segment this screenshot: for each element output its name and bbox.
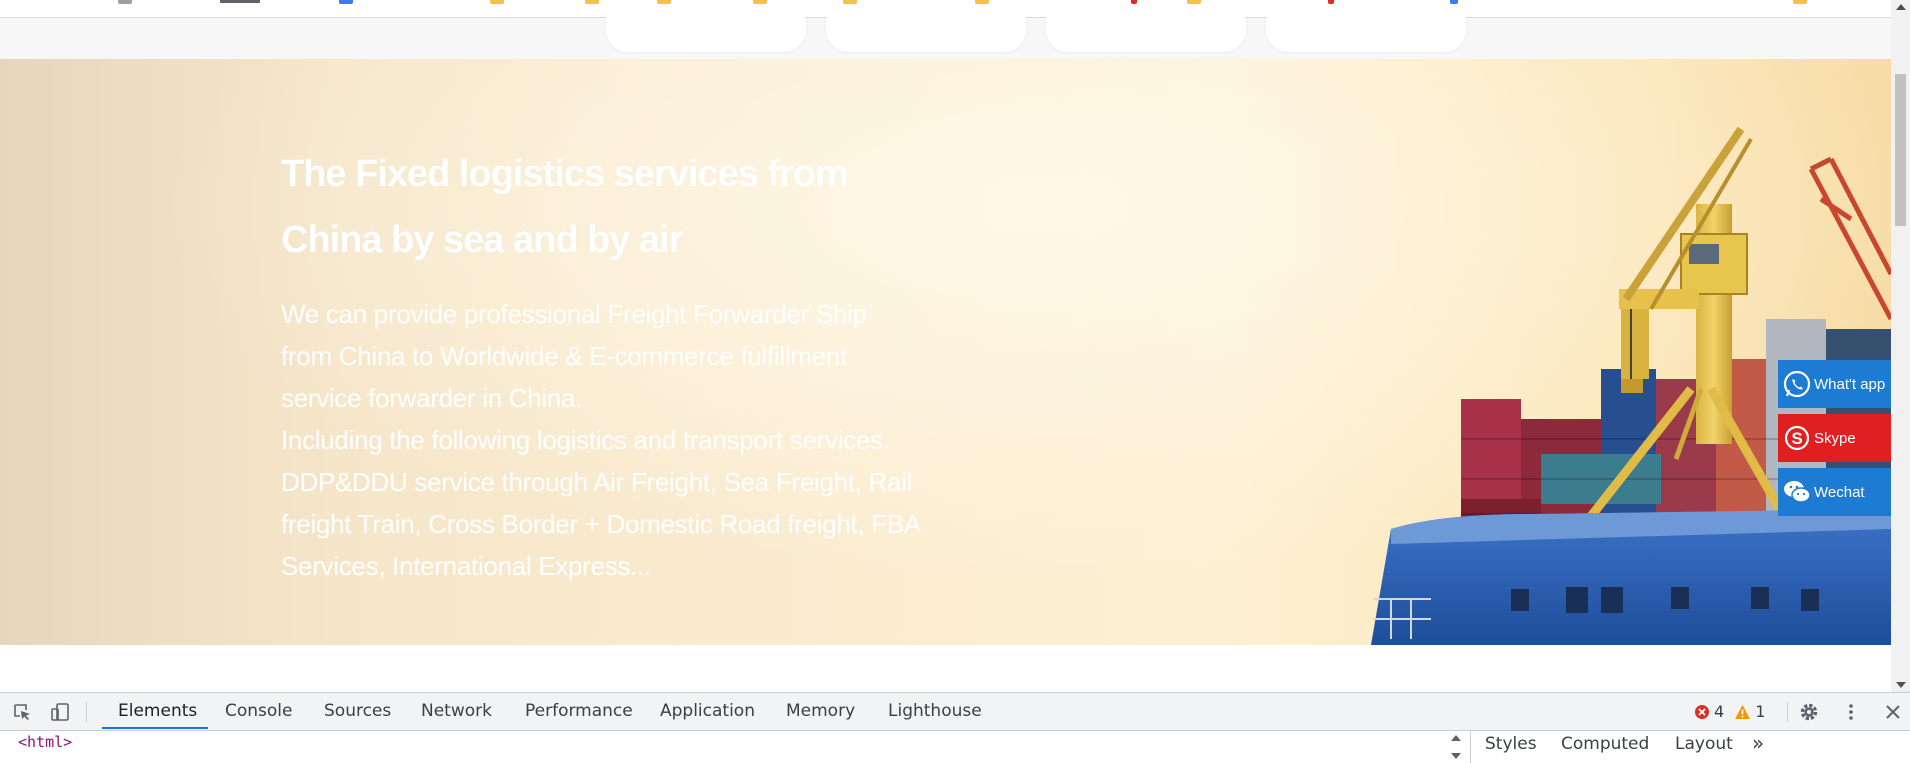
bookmark-folder-icon[interactable] (975, 0, 989, 4)
hero-description: We can provide professional Freight Forw… (281, 293, 961, 587)
tab-memory[interactable]: Memory (786, 693, 855, 729)
bookmark-folder-icon[interactable] (585, 0, 599, 4)
bookmark-icon[interactable] (118, 0, 132, 4)
container-ship-image (1371, 126, 1891, 645)
bookmark-folder-icon[interactable] (1793, 0, 1807, 4)
error-count: 4 (1714, 702, 1725, 721)
hero-desc-line: service forwarder in China. (281, 383, 583, 413)
tab-performance[interactable]: Performance (525, 693, 633, 729)
hero-title-line: China by sea and by air (281, 219, 683, 261)
bookmark-icon[interactable] (1450, 0, 1458, 4)
wechat-button[interactable]: Wechat (1778, 468, 1891, 516)
nav-item[interactable] (606, 14, 806, 52)
dom-root-node[interactable]: <html> (18, 733, 72, 751)
bookmark-icon[interactable] (339, 0, 353, 4)
warning-icon (1735, 705, 1751, 719)
scroll-up-icon[interactable] (1896, 4, 1906, 10)
skype-icon: S (1784, 425, 1810, 451)
pane-scroll-icon[interactable] (1449, 731, 1463, 763)
bookmark-folder-icon[interactable] (753, 0, 767, 4)
wechat-label: Wechat (1814, 483, 1865, 501)
site-nav (0, 14, 1891, 59)
bookmark-icon[interactable] (1328, 0, 1334, 4)
toolbar-divider (1787, 702, 1788, 722)
hero-title-line: The Fixed logistics services from (281, 153, 849, 195)
device-toolbar-icon[interactable] (50, 702, 70, 722)
active-tab-indicator (102, 727, 208, 729)
scroll-thumb[interactable] (1895, 74, 1906, 226)
tab-layout[interactable]: Layout (1675, 734, 1733, 754)
hero-desc-line: from China to Worldwide & E-commerce ful… (281, 341, 847, 371)
tab-console[interactable]: Console (225, 693, 293, 729)
bookmark-folder-icon[interactable] (1187, 0, 1201, 4)
tab-computed[interactable]: Computed (1561, 734, 1649, 754)
hero-desc-line: Including the following logistics and tr… (281, 425, 890, 455)
whatsapp-label: What't app (1814, 375, 1886, 393)
hero-text: The Fixed logistics services from China … (281, 141, 961, 587)
bookmark-folder-icon[interactable] (490, 0, 504, 4)
whatsapp-icon (1783, 370, 1811, 398)
hero-desc-line: freight Train, Cross Border + Domestic R… (281, 509, 921, 539)
whatsapp-button[interactable]: What't app (1778, 360, 1891, 408)
devtools-toolbar: Elements Console Sources Network Perform… (0, 693, 1910, 731)
svg-text:S: S (1791, 429, 1802, 448)
bookmark-icon[interactable] (1131, 0, 1137, 4)
kebab-menu-icon[interactable] (1841, 702, 1861, 722)
devtools-content: <html> Styles Computed Layout » (0, 731, 1910, 763)
skype-button[interactable]: S Skype (1778, 414, 1891, 462)
scroll-down-icon[interactable] (1896, 682, 1906, 688)
devtools-panel: Elements Console Sources Network Perform… (0, 692, 1910, 763)
tab-styles[interactable]: Styles (1485, 734, 1537, 754)
hero-desc-line: Services, International Express... (281, 551, 651, 581)
nav-item[interactable] (1266, 14, 1466, 52)
toolbar-divider (86, 702, 87, 722)
contact-float-panel: What't app S Skype Wechat (1778, 360, 1891, 522)
hero-desc-line: We can provide professional Freight Forw… (281, 299, 867, 329)
nav-item[interactable] (1046, 14, 1246, 52)
close-icon[interactable] (1883, 702, 1903, 722)
hero-desc-line: DDP&DDU service through Air Freight, Sea… (281, 467, 913, 497)
bookmark-folder-icon[interactable] (843, 0, 857, 4)
gear-icon[interactable] (1799, 702, 1819, 722)
warning-count: 1 (1755, 702, 1766, 721)
error-icon (1695, 705, 1709, 719)
inspect-element-icon[interactable] (12, 702, 32, 722)
wechat-icon (1784, 481, 1811, 503)
skype-label: Skype (1814, 429, 1856, 447)
hero-title: The Fixed logistics services from China … (281, 141, 961, 273)
issues-counter[interactable]: 4 1 (1694, 702, 1765, 722)
tab-network[interactable]: Network (421, 693, 492, 729)
tab-application[interactable]: Application (660, 693, 755, 729)
pane-divider[interactable] (1470, 731, 1471, 763)
tab-lighthouse[interactable]: Lighthouse (888, 693, 982, 729)
more-tabs-icon[interactable]: » (1752, 731, 1764, 755)
bookmark-label[interactable] (220, 0, 260, 3)
bookmark-folder-icon[interactable] (657, 0, 671, 4)
tab-elements[interactable]: Elements (118, 693, 197, 729)
page-scrollbar[interactable] (1891, 0, 1910, 692)
hero-banner: The Fixed logistics services from China … (0, 59, 1891, 645)
tab-sources[interactable]: Sources (324, 693, 391, 729)
nav-item[interactable] (826, 14, 1026, 52)
